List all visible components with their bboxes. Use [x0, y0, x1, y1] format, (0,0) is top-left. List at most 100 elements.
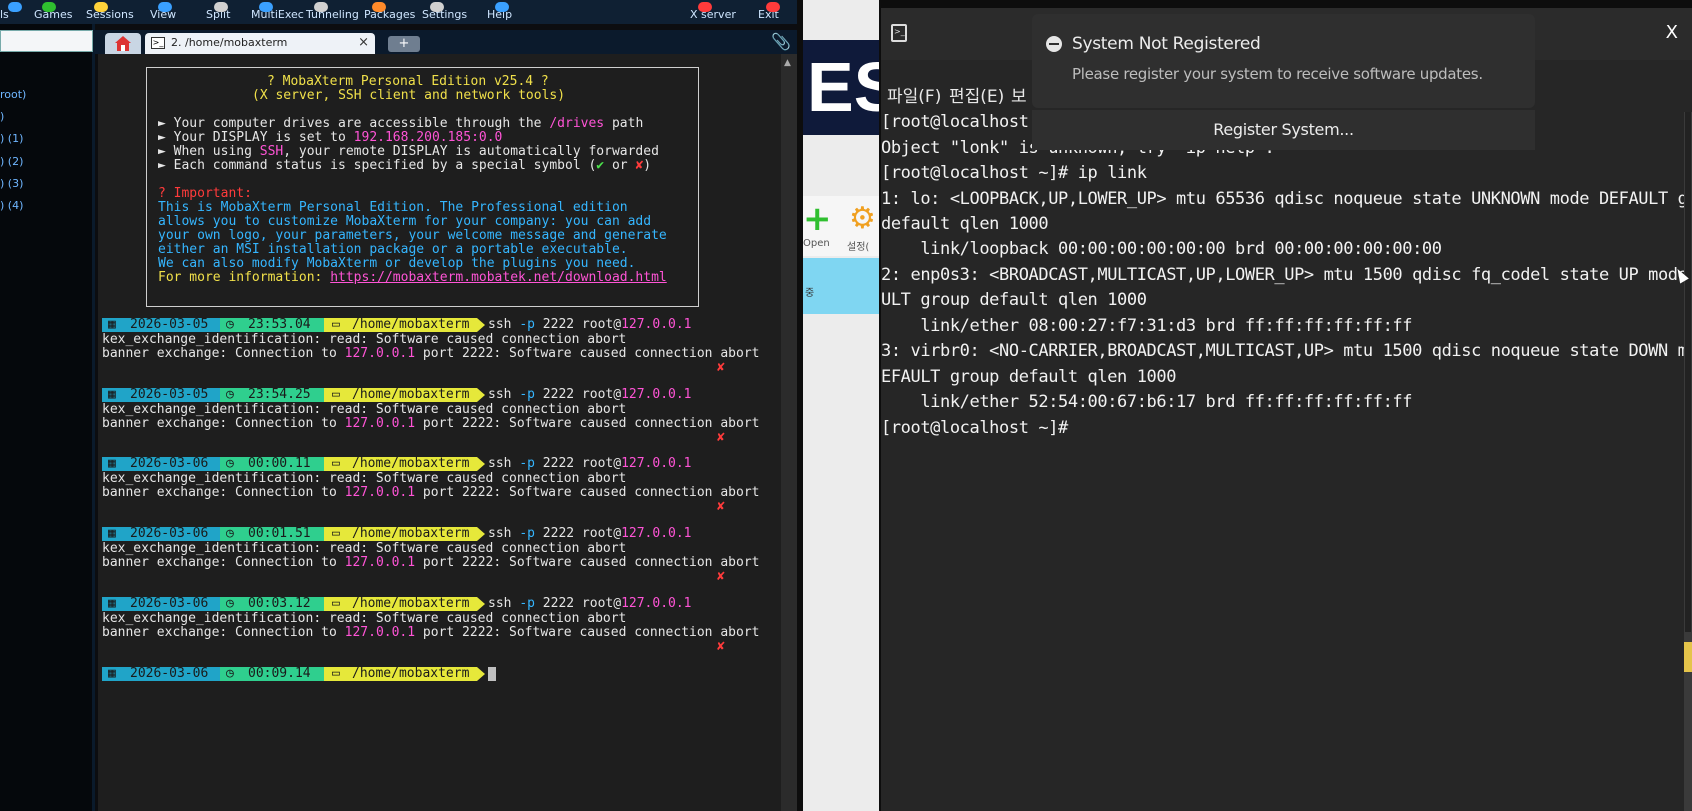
terminal-line: 2: enp0s3: <BROADCAST,MULTICAST,UP,LOWER…: [881, 265, 1692, 285]
open-label: Open: [803, 238, 830, 249]
download-link[interactable]: https://mobaxterm.mobatek.net/download.h…: [330, 270, 667, 285]
terminal-line: [root@localhost ~]# ip link: [881, 163, 1147, 183]
prompt-path: ▭/home/mobaxterm: [324, 456, 477, 471]
ssh-command: ssh -p 2222 root@127.0.0.1: [488, 317, 692, 332]
scroll-up-icon[interactable]: ▲: [784, 58, 791, 68]
vm-terminal-scrollbar[interactable]: [1684, 112, 1692, 811]
plus-icon[interactable]: +: [803, 202, 832, 236]
menu-multiexec[interactable]: MultiExec: [251, 2, 304, 21]
ssh-command: ssh -p 2222 root@127.0.0.1: [488, 387, 692, 402]
tab-bar: >_ 2. /home/mobaxterm × + 📎: [95, 30, 797, 54]
ssh-command: ssh -p 2222 root@127.0.0.1: [488, 526, 692, 541]
tab-terminal-2[interactable]: >_ 2. /home/mobaxterm ×: [145, 33, 375, 54]
error-line: banner exchange: Connection to 127.0.0.1…: [102, 485, 760, 500]
tab-label: 2. /home/mobaxterm: [171, 36, 288, 49]
terminal-output[interactable]: ? MobaXterm Personal Edition v25.4 ? (X …: [98, 54, 781, 811]
menu-help[interactable]: Help: [487, 2, 512, 21]
clock-icon: ◷: [226, 596, 234, 611]
text-cursor: [488, 667, 496, 681]
error-line: banner exchange: Connection to 127.0.0.1…: [102, 346, 760, 361]
prompt-time: ◷ 23:53.04: [220, 317, 324, 332]
sidebar-session-item[interactable]: ): [0, 110, 4, 123]
fail-status-icon: ✘: [717, 569, 725, 584]
paperclip-icon[interactable]: 📎: [771, 32, 791, 51]
menu-icon: [314, 2, 328, 12]
terminal-line: link/loopback 00:00:00:00:00:00 brd 00:0…: [881, 239, 1442, 259]
welcome-subtitle: (X server, SSH client and network tools): [252, 88, 566, 103]
gear-icon[interactable]: ⚙: [849, 202, 876, 236]
folder-icon: ▭: [332, 317, 340, 332]
menu-x-server[interactable]: X server: [690, 2, 736, 21]
mobaxterm-menubar: ls Games Sessions View Split MultiExec Tunneli…: [0, 0, 797, 24]
menu-split[interactable]: Split: [206, 2, 230, 21]
close-tab-button[interactable]: ×: [358, 35, 369, 50]
error-line: kex_exchange_identification: read: Softw…: [102, 541, 627, 556]
fail-status-icon: ✘: [717, 639, 725, 654]
notification-popup: System Not Registered Please register yo…: [1032, 14, 1535, 108]
calendar-icon: ▦: [108, 387, 116, 402]
menu-icon: [495, 2, 509, 12]
clock-icon: ◷: [226, 387, 234, 402]
welcome-title: ? MobaXterm Personal Edition v25.4 ?: [267, 74, 549, 89]
terminal-line: [root@localhost ~: [881, 112, 1049, 132]
menu-packages[interactable]: Packages: [364, 2, 415, 21]
register-system-button[interactable]: Register System...: [1032, 120, 1535, 139]
menu-settings[interactable]: Settings: [422, 2, 467, 21]
folder-icon: ▭: [332, 666, 340, 681]
panel-label: 중: [805, 288, 815, 299]
sidebar-session-item[interactable]: ) (4): [0, 199, 23, 212]
sidebar-session-item[interactable]: root): [0, 88, 26, 101]
calendar-icon: ▦: [108, 596, 116, 611]
home-icon: [115, 36, 131, 51]
menu-games[interactable]: Games: [34, 2, 72, 21]
important-text-4: either an MSI installation package or a …: [158, 242, 628, 257]
menu-sessions[interactable]: Sessions: [86, 2, 134, 21]
menu-icon: [372, 2, 386, 12]
folder-icon: ▭: [332, 387, 340, 402]
menu-view[interactable]: View: [150, 2, 176, 21]
bullet-display: ► Your DISPLAY is set to 192.168.200.185…: [158, 130, 503, 145]
prompt-path: ▭/home/mobaxterm: [324, 387, 477, 402]
minus-circle-icon: [1046, 36, 1062, 52]
vm-terminal-output[interactable]: [root@localhost ~Object "lonk" is unknow…: [881, 112, 1692, 811]
notification-action-bar: Register System...: [1032, 110, 1535, 150]
menu-view[interactable]: 보: [1011, 82, 1027, 107]
important-text-3: your own logo, your parameters, your wel…: [158, 228, 667, 243]
prompt-time: ◷ 00:00.11: [220, 456, 324, 471]
menu-file[interactable]: 파일(F): [887, 82, 941, 107]
new-tab-button[interactable]: +: [388, 36, 420, 52]
background-panel: 중: [803, 258, 879, 314]
menu-edit[interactable]: 편집(E): [949, 82, 1004, 107]
menu-icon: [430, 2, 444, 12]
tab-home[interactable]: [105, 33, 141, 54]
close-button[interactable]: X: [1666, 22, 1678, 43]
menu-tunneling[interactable]: Tunneling: [306, 2, 359, 21]
calendar-icon: ▦: [108, 317, 116, 332]
prompt-date: ▦ 2026-03-05: [102, 317, 220, 332]
terminal-line: EFAULT group default qlen 1000: [881, 367, 1177, 387]
sidebar-session-item[interactable]: ) (3): [0, 177, 23, 190]
menu-ls[interactable]: ls: [0, 2, 22, 21]
menu-icon: [259, 2, 273, 12]
terminal-line: link/ether 08:00:27:f7:31:d3 brd ff:ff:f…: [881, 316, 1413, 336]
terminal-scrollbar[interactable]: ▲: [781, 54, 797, 811]
prompt-date: ▦ 2026-03-06: [102, 666, 220, 681]
terminal-line: 3: virbr0: <NO-CARRIER,BROADCAST,MULTICA…: [881, 341, 1692, 361]
menu-icon: [8, 2, 22, 12]
background-toolbar: + ⚙ Open 설정(: [803, 196, 879, 256]
clock-icon: ◷: [226, 317, 234, 332]
bullet-drives: ► Your computer drives are accessible th…: [158, 116, 644, 131]
menu-exit[interactable]: Exit: [758, 2, 780, 21]
sidebar-session-item[interactable]: ) (2): [0, 155, 23, 168]
prompt-path: ▭/home/mobaxterm: [324, 526, 477, 541]
ssh-command: ssh -p 2222 root@127.0.0.1: [488, 456, 692, 471]
terminal-icon: >_: [151, 37, 165, 49]
terminal-line: [root@localhost ~]#: [881, 418, 1068, 438]
terminal-icon: >_: [891, 24, 907, 42]
clock-icon: ◷: [226, 666, 234, 681]
sidebar-search-input[interactable]: [0, 30, 93, 52]
background-app: ES + ⚙ Open 설정( 중: [803, 0, 879, 811]
sidebar-session-item[interactable]: ) (1): [0, 132, 23, 145]
menu-icon: [42, 2, 56, 12]
prompt-path: ▭/home/mobaxterm: [324, 596, 477, 611]
